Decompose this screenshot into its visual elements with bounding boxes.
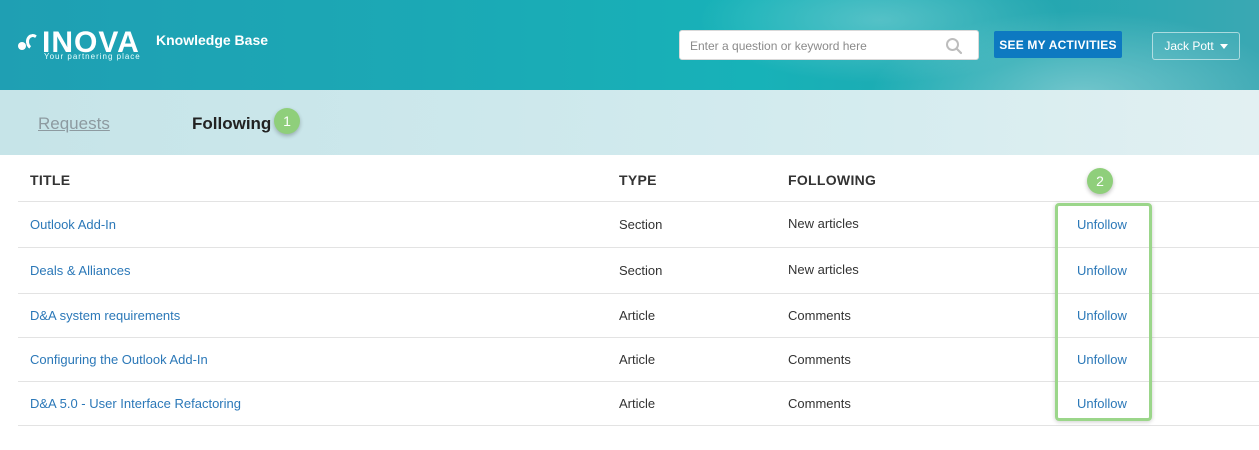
- logo-mark-icon: [18, 32, 42, 52]
- column-header-following: FOLLOWING: [788, 172, 877, 188]
- caret-down-icon: [1219, 43, 1228, 49]
- row-title-link[interactable]: Outlook Add-In: [30, 217, 116, 232]
- search-input[interactable]: [690, 37, 940, 55]
- site-title[interactable]: Knowledge Base: [156, 32, 268, 48]
- row-following: New articles: [788, 262, 859, 277]
- header-banner: INOVA Your partnering place Knowledge Ba…: [0, 0, 1259, 155]
- row-following: New articles: [788, 216, 859, 231]
- row-type: Article: [619, 308, 656, 323]
- user-name: Jack Pott: [1164, 39, 1214, 53]
- row-type: Section: [619, 263, 663, 278]
- row-following: Comments: [788, 352, 851, 367]
- unfollow-highlight-box: [1055, 203, 1152, 421]
- column-header-type: TYPE: [619, 172, 657, 188]
- step-badge-1: 1: [274, 108, 300, 134]
- search-icon[interactable]: [945, 37, 963, 55]
- row-title-link[interactable]: D&A system requirements: [30, 308, 180, 323]
- tab-bar: [0, 90, 1259, 155]
- row-title-link[interactable]: D&A 5.0 - User Interface Refactoring: [30, 396, 241, 411]
- column-header-title: TITLE: [30, 172, 71, 188]
- row-type: Article: [619, 352, 656, 367]
- tab-requests[interactable]: Requests: [38, 114, 110, 134]
- row-type: Section: [619, 217, 663, 232]
- step-badge-2: 2: [1087, 168, 1113, 194]
- tab-following[interactable]: Following: [192, 114, 271, 134]
- see-my-activities-button[interactable]: SEE MY ACTIVITIES: [994, 31, 1122, 58]
- logo-tagline: Your partnering place: [44, 52, 141, 61]
- user-menu[interactable]: Jack Pott: [1152, 32, 1240, 60]
- row-type: Article: [619, 396, 656, 411]
- row-following: Comments: [788, 396, 851, 411]
- search-box: [679, 30, 979, 60]
- row-following: Comments: [788, 308, 851, 323]
- row-title-link[interactable]: Deals & Alliances: [30, 263, 130, 278]
- row-title-link[interactable]: Configuring the Outlook Add-In: [30, 352, 208, 367]
- table-header: TITLE TYPE FOLLOWING: [18, 156, 1259, 202]
